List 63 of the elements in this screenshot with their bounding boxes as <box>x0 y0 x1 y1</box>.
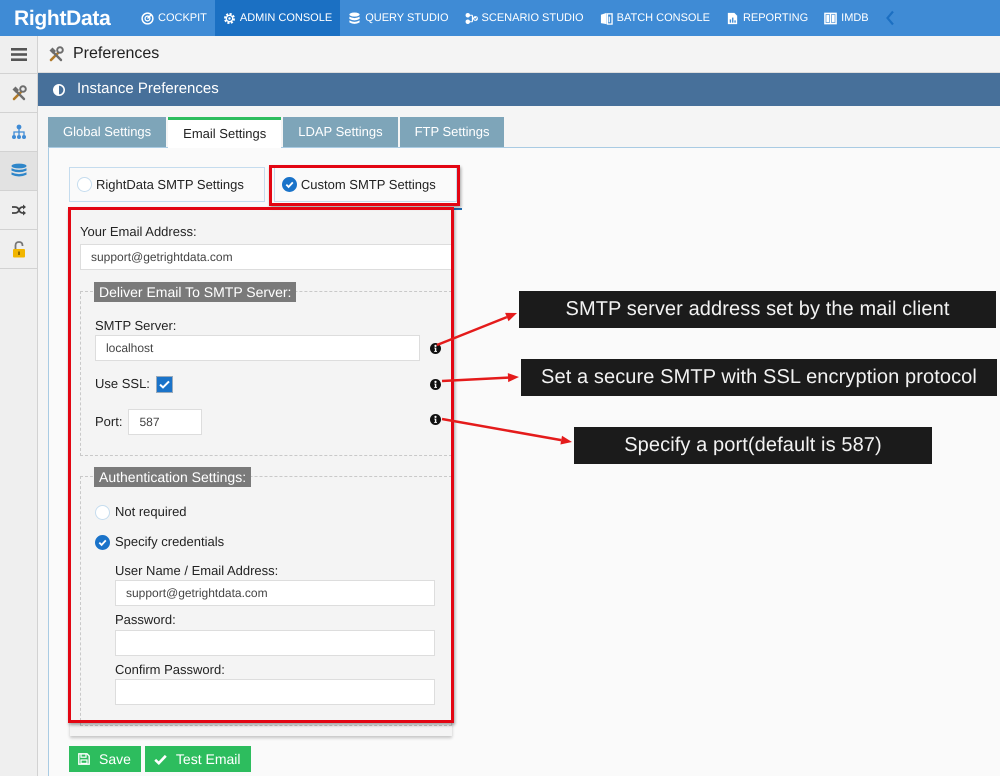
database-icon <box>348 12 362 24</box>
nav-tab[interactable]: SCENARIO STUDIO <box>456 0 592 36</box>
floppy-icon <box>78 753 90 765</box>
field-label: Port: <box>95 414 122 430</box>
logo: RightData <box>14 8 110 28</box>
tab[interactable]: FTP Settings <box>400 117 504 147</box>
hierarchy-icon <box>10 124 26 140</box>
field-label: Use SSL: <box>95 376 150 392</box>
nav-tab[interactable]: REPORTING <box>718 0 816 36</box>
field-label: Password: <box>115 612 177 628</box>
page-title: Preferences <box>73 44 160 64</box>
report-icon <box>726 12 739 24</box>
section-legend: Authentication Settings: <box>94 467 252 487</box>
tooltip: Specify a port(default is 587) <box>574 427 932 464</box>
text-field[interactable]: localhost <box>95 335 420 361</box>
tooltip: Set a secure SMTP with SSL encryption protocol <box>521 359 997 396</box>
radio-button[interactable] <box>95 504 110 520</box>
checkbox[interactable] <box>156 376 173 392</box>
radio-option[interactable]: Custom SMTP Settings <box>274 167 457 202</box>
radio-option[interactable]: RightData SMTP Settings <box>69 167 265 202</box>
test-email-button[interactable]: Test Email <box>144 746 250 772</box>
radio-option[interactable]: Specify credentials <box>95 534 224 550</box>
radio-button[interactable] <box>95 534 110 550</box>
gauge-icon <box>141 12 154 24</box>
radio-button[interactable] <box>282 177 297 192</box>
check-icon <box>154 754 167 764</box>
tab[interactable]: Email Settings <box>168 117 282 148</box>
save-button[interactable]: Save <box>69 746 141 772</box>
tab[interactable]: LDAP Settings <box>283 117 398 147</box>
field-label: Your Email Address: <box>80 224 198 240</box>
nav-tab[interactable]: IMDB <box>816 0 877 36</box>
tools-icon <box>10 85 26 101</box>
text-field[interactable]: support@getrightdata.com <box>115 580 435 606</box>
gear-icon <box>222 12 236 24</box>
tools-icon <box>48 46 64 62</box>
nav-tab[interactable]: QUERY STUDIO <box>340 0 457 36</box>
password-field[interactable] <box>115 679 435 705</box>
database-icon <box>10 163 28 179</box>
field-label: User Name / Email Address: <box>115 563 280 579</box>
info-icon[interactable] <box>430 414 441 425</box>
field-label: Confirm Password: <box>115 662 226 678</box>
tooltip: SMTP server address set by the mail client <box>519 291 996 328</box>
tab[interactable]: Global Settings <box>48 117 166 147</box>
info-icon[interactable] <box>430 342 441 354</box>
padlock-icon <box>12 240 26 258</box>
radio-button[interactable] <box>77 177 92 192</box>
menu-icon[interactable] <box>10 48 26 61</box>
section-legend: Deliver Email To SMTP Server: <box>94 282 296 302</box>
info-icon[interactable] <box>430 378 441 390</box>
field-label: SMTP Server: <box>95 318 178 334</box>
nodes-icon <box>464 12 478 24</box>
radio-option[interactable]: Not required <box>95 504 187 520</box>
nav-tab[interactable]: COCKPIT <box>133 0 215 36</box>
text-field[interactable]: 587 <box>128 409 202 435</box>
panel-title: Instance Preferences <box>77 79 219 100</box>
shuffle-icon <box>10 203 26 217</box>
password-field[interactable] <box>115 630 435 656</box>
nav-tab[interactable]: BATCH CONSOLE <box>592 0 718 36</box>
nav-tab[interactable]: ADMIN CONSOLE <box>214 0 340 36</box>
document-icon <box>600 12 613 24</box>
text-field[interactable]: support@getrightdata.com <box>80 244 452 270</box>
contrast-icon <box>53 84 65 96</box>
columns-icon <box>824 12 838 24</box>
